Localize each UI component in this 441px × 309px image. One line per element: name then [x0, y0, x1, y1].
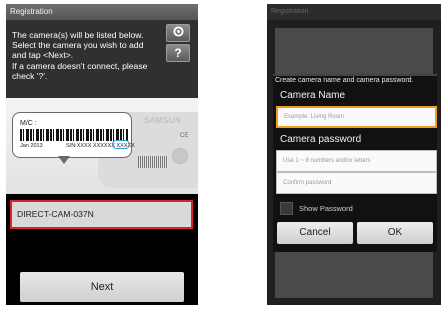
camera-name-input[interactable]: Example: Living Room — [276, 106, 437, 128]
cancel-button[interactable]: Cancel — [277, 222, 353, 244]
serial-highlight-oval — [112, 140, 130, 149]
dimmed-background-top — [275, 28, 433, 74]
camera-name-label: Camera Name — [280, 90, 346, 101]
camera-password-label: Camera password — [280, 134, 362, 145]
camera-list: DIRECT-CAM-037N Next — [6, 194, 198, 305]
date-label: Jan 2013 — [20, 143, 43, 149]
camera-label-illustration: SAMSUN CE M/C : Jan 2013 S/N:XXXX XXXXXX… — [6, 98, 198, 194]
password-input[interactable]: Use 1 ~ 8 numbers and/or letters — [276, 150, 437, 172]
barcode-graphic — [20, 129, 128, 141]
camera-setup-screen: Registration Create camera name and came… — [267, 4, 441, 305]
dimmed-background-bottom — [275, 252, 433, 298]
show-password-label: Show Password — [299, 204, 353, 213]
dialog-header: Create camera name and camera password. — [275, 77, 414, 84]
camera-list-item-selected[interactable]: DIRECT-CAM-037N — [10, 200, 193, 229]
camera-cert-mark: CE — [180, 133, 189, 139]
camera-button-graphic — [172, 148, 188, 164]
callout-tail — [58, 156, 70, 164]
next-button[interactable]: Next — [20, 272, 184, 302]
refresh-icon — [172, 26, 184, 40]
camera-name-password-dialog: Create camera name and camera password. … — [273, 74, 437, 252]
camera-list-screen: Registration The camera(s) will be liste… — [6, 4, 198, 305]
screen-title: Registration — [267, 4, 441, 20]
show-password-checkbox[interactable] — [280, 202, 293, 215]
mc-label: M/C : — [20, 120, 37, 127]
confirm-password-input[interactable]: Confirm password — [276, 172, 437, 194]
help-button[interactable]: ? — [166, 44, 190, 62]
ok-button[interactable]: OK — [357, 222, 433, 244]
refresh-button[interactable] — [166, 24, 190, 42]
camera-small-barcode — [138, 156, 168, 168]
instruction-text: The camera(s) will be listed below. Sele… — [12, 30, 148, 81]
screen-title: Registration — [6, 4, 198, 20]
camera-brand-text: SAMSUN — [144, 116, 182, 125]
